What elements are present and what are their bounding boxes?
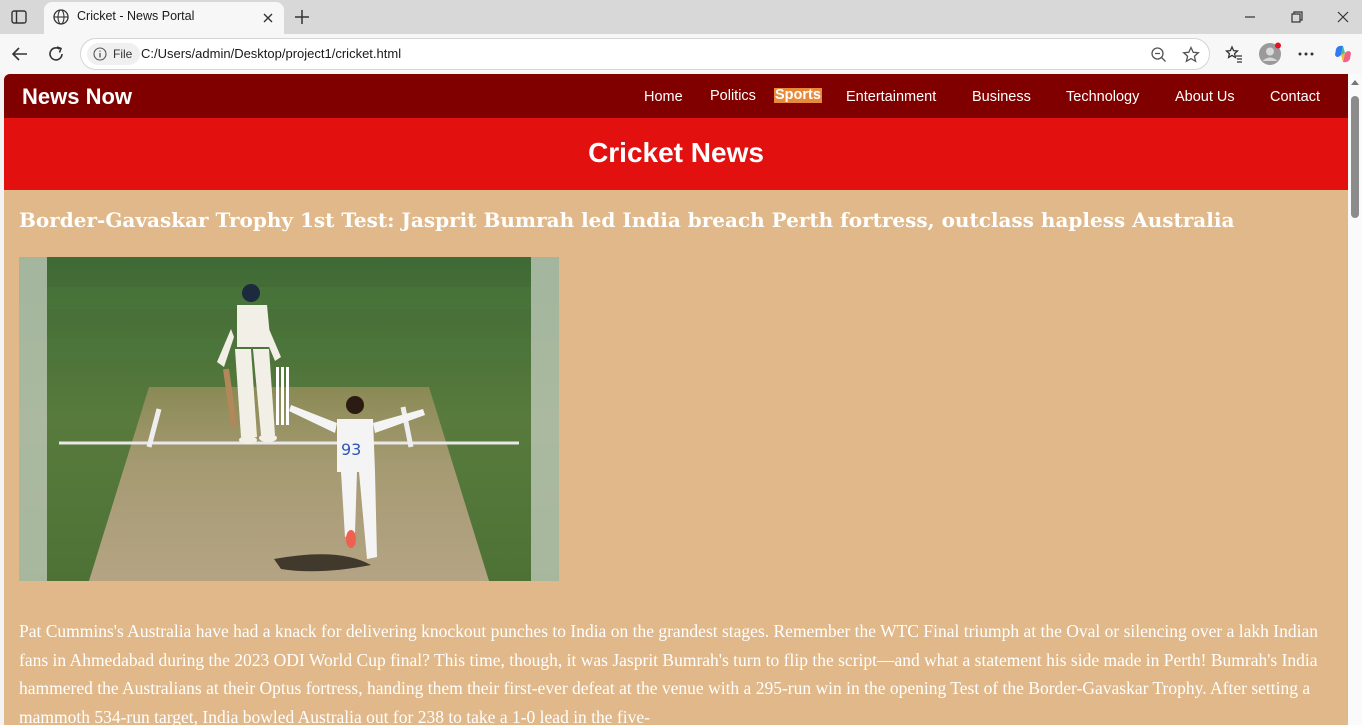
browser-tab-strip: Cricket - News Portal [0, 0, 1362, 34]
nav-sports[interactable]: Sports [774, 88, 822, 103]
close-tab-icon[interactable] [260, 10, 276, 26]
more-options-icon[interactable] [1296, 44, 1316, 64]
nav-business[interactable]: Business [972, 89, 1031, 105]
info-icon [93, 47, 107, 61]
nav-politics[interactable]: Politics [710, 88, 756, 104]
nav-home[interactable]: Home [644, 89, 683, 105]
back-icon[interactable] [10, 44, 30, 64]
copilot-icon[interactable] [1332, 43, 1354, 65]
minimize-icon[interactable] [1241, 8, 1259, 26]
article-photo: 93 [19, 257, 559, 581]
profile-avatar-icon[interactable] [1258, 42, 1282, 66]
scrollbar-thumb[interactable] [1351, 96, 1359, 218]
scroll-up-arrow-icon[interactable] [1351, 80, 1359, 85]
article-headline: Border-Gavaskar Trophy 1st Test: Jasprit… [19, 208, 1235, 232]
favorite-star-icon[interactable] [1181, 45, 1201, 65]
url-text[interactable]: C:/Users/admin/Desktop/project1/cricket.… [141, 46, 401, 61]
sidebar-toggle-icon[interactable] [9, 7, 29, 27]
nav-about-us[interactable]: About Us [1175, 89, 1235, 105]
site-brand[interactable]: News Now [22, 84, 132, 110]
favorites-icon[interactable] [1224, 44, 1244, 64]
restore-icon[interactable] [1288, 8, 1306, 26]
zoom-out-icon[interactable] [1149, 45, 1169, 65]
site-info-button[interactable]: File [87, 43, 141, 65]
refresh-icon[interactable] [46, 44, 66, 64]
new-tab-icon[interactable] [292, 7, 312, 27]
photo-jersey-number: 93 [341, 440, 361, 459]
page-viewport: News Now Home Politics Sports Entertainm… [4, 74, 1348, 725]
article-body: Pat Cummins's Australia have had a knack… [19, 621, 1318, 725]
globe-icon [53, 9, 69, 25]
close-window-icon[interactable] [1334, 8, 1352, 26]
browser-toolbar: File C:/Users/admin/Desktop/project1/cri… [0, 34, 1362, 74]
browser-tab[interactable]: Cricket - News Portal [44, 2, 284, 34]
page-banner: Cricket News [4, 118, 1348, 190]
site-info-label: File [113, 47, 133, 61]
nav-contact[interactable]: Contact [1270, 89, 1320, 105]
page-title: Cricket News [588, 137, 764, 168]
address-bar[interactable]: File C:/Users/admin/Desktop/project1/cri… [80, 38, 1210, 70]
nav-technology[interactable]: Technology [1066, 89, 1139, 105]
nav-entertainment[interactable]: Entertainment [846, 89, 936, 105]
tab-title: Cricket - News Portal [77, 9, 195, 23]
site-navbar: News Now Home Politics Sports Entertainm… [4, 74, 1348, 118]
page-scrollbar[interactable] [1348, 74, 1362, 725]
